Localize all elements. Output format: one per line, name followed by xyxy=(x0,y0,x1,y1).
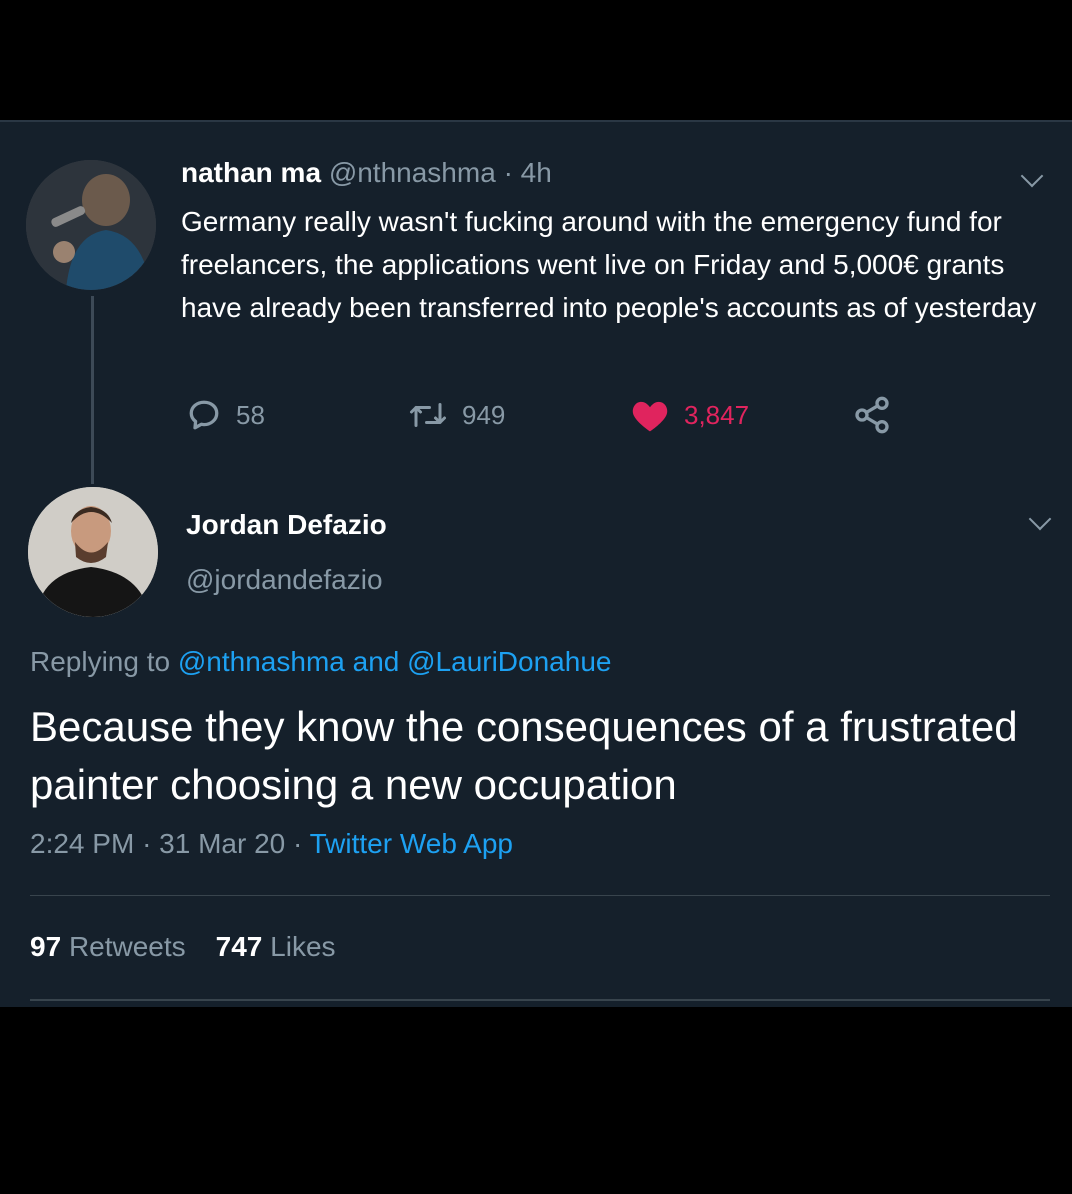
retweet-icon xyxy=(410,403,446,427)
reply-text: Because they know the consequences of a … xyxy=(30,703,1018,808)
like-button[interactable]: 3,847 xyxy=(630,393,749,437)
divider xyxy=(30,895,1050,896)
retweet-total: 97 xyxy=(30,931,62,962)
avatar[interactable] xyxy=(28,487,158,617)
replying-prefix: Replying to xyxy=(30,646,171,677)
mention-link[interactable]: @LauriDonahue xyxy=(407,646,611,677)
like-count: 3,847 xyxy=(684,399,750,430)
retweet-count: 949 xyxy=(462,399,506,430)
tweet-meta: 2:24 PM · 31 Mar 20 · Twitter Web App xyxy=(30,828,513,860)
tweet-stats: 97 Retweets 747 Likes xyxy=(30,931,336,963)
avatar[interactable] xyxy=(26,160,156,290)
tweet-timestamp[interactable]: 2:24 PM xyxy=(30,828,134,859)
tweet-text: Germany really wasn't fucking around wit… xyxy=(181,206,1037,323)
reply-user-name[interactable]: Jordan Defazio xyxy=(186,509,387,541)
tweet-date: · 31 Mar 20 · xyxy=(142,828,303,859)
tweet-time[interactable]: · 4h xyxy=(504,157,552,188)
tweet-source[interactable]: Twitter Web App xyxy=(310,828,513,859)
heart-icon xyxy=(632,401,668,432)
share-button[interactable] xyxy=(852,393,906,437)
user-name[interactable]: nathan ma xyxy=(181,157,321,188)
user-handle[interactable]: @nthnashma xyxy=(329,157,496,188)
likes-stat[interactable]: 747 Likes xyxy=(216,931,336,962)
reply-user-handle[interactable]: @jordandefazio xyxy=(186,564,383,596)
share-icon xyxy=(855,396,889,434)
tweet-header: nathan ma @nthnashma · 4h xyxy=(181,157,552,189)
retweet-button[interactable]: 949 xyxy=(408,393,505,437)
likes-label: Likes xyxy=(270,931,336,962)
replying-to: Replying to @nthnashma and @LauriDonahue xyxy=(30,646,611,678)
reply-count: 58 xyxy=(236,399,265,430)
retweets-stat[interactable]: 97 Retweets xyxy=(30,931,186,962)
reply-icon xyxy=(189,400,219,430)
like-total: 747 xyxy=(215,931,263,962)
thread-line xyxy=(91,296,94,484)
retweets-label: Retweets xyxy=(68,931,186,962)
mention-link[interactable]: @nthnashma xyxy=(178,646,345,677)
replying-and[interactable]: and xyxy=(353,646,400,677)
divider xyxy=(30,999,1050,1001)
reply-button[interactable]: 58 xyxy=(186,393,265,437)
